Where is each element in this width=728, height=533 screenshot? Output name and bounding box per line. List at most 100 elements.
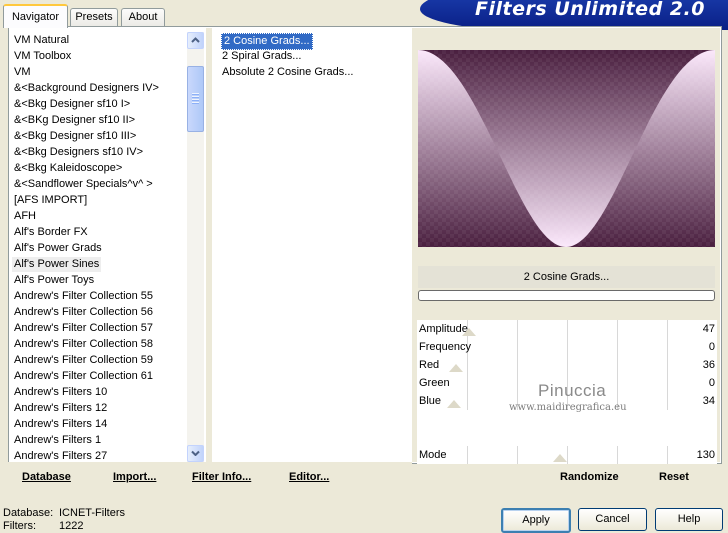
slider-knob[interactable] xyxy=(449,364,464,372)
filter-info-button[interactable]: Filter Info... xyxy=(192,471,251,483)
slider-tick xyxy=(667,392,668,410)
category-item[interactable]: &<Sandflower Specials^v^ > xyxy=(14,177,153,192)
slider-tick xyxy=(467,392,468,410)
param-value: 47 xyxy=(702,323,715,335)
filter-preview xyxy=(418,50,715,247)
category-item[interactable]: &<Bkg Designer sf10 I> xyxy=(14,97,130,112)
status-database-label: Database: xyxy=(3,507,54,519)
slider-knob[interactable] xyxy=(447,400,462,408)
scroll-down-button[interactable] xyxy=(187,445,204,462)
status-filters-label: Filters: xyxy=(3,520,36,532)
param-label: Red xyxy=(419,359,440,371)
slider-tick xyxy=(667,374,668,392)
category-item[interactable]: VM xyxy=(14,65,31,80)
category-item[interactable]: &<Bkg Designers sf10 IV> xyxy=(14,145,143,160)
slider-knob[interactable] xyxy=(552,454,567,462)
param-value: 0 xyxy=(708,377,715,389)
help-button[interactable]: Help xyxy=(655,508,723,531)
slider-tick xyxy=(617,446,618,464)
editor-button[interactable]: Editor... xyxy=(289,471,329,483)
category-item[interactable]: Andrew's Filter Collection 61 xyxy=(14,369,153,384)
scroll-thumb[interactable] xyxy=(187,66,204,132)
slider-tick xyxy=(667,338,668,356)
apply-button[interactable]: Apply xyxy=(501,508,571,533)
slider-tick xyxy=(467,446,468,464)
slider-tick xyxy=(617,320,618,338)
param-value: 34 xyxy=(702,395,715,407)
category-item[interactable]: &<Bkg Kaleidoscope> xyxy=(14,161,122,176)
category-item[interactable]: Andrew's Filter Collection 56 xyxy=(14,305,153,320)
empty-param-row xyxy=(417,428,717,446)
param-row[interactable]: Mode 130 xyxy=(417,446,717,464)
category-item[interactable]: Alf's Border FX xyxy=(14,225,88,240)
category-item[interactable]: Andrew's Filters 10 xyxy=(14,385,107,400)
slider-tick xyxy=(467,374,468,392)
status-database: Database: ICNET-Filters xyxy=(3,507,125,519)
chevron-up-icon xyxy=(191,37,200,43)
slider-knob[interactable] xyxy=(461,328,476,336)
status-database-value: ICNET-Filters xyxy=(59,507,125,519)
param-value: 130 xyxy=(696,449,715,461)
tab-navigator[interactable]: Navigator xyxy=(3,4,68,28)
status-filters: Filters: 1222 xyxy=(3,520,83,532)
category-item[interactable]: Andrew's Filter Collection 55 xyxy=(14,289,153,304)
slider-tick xyxy=(667,446,668,464)
category-item[interactable]: Andrew's Filter Collection 58 xyxy=(14,337,153,352)
category-item[interactable]: Andrew's Filter Collection 59 xyxy=(14,353,153,368)
slider-tick xyxy=(467,356,468,374)
param-label: Blue xyxy=(419,395,442,407)
category-item[interactable]: Andrew's Filters 1 xyxy=(14,433,101,448)
category-item[interactable]: &<Bkg Designer sf10 III> xyxy=(14,129,136,144)
category-item[interactable]: Andrew's Filters 14 xyxy=(14,417,107,432)
slider-tick xyxy=(567,446,568,464)
param-label: Green xyxy=(419,377,450,389)
category-list[interactable]: VM Natural VM Toolbox VM &<Background Desig… xyxy=(8,28,188,462)
slider-tick xyxy=(567,356,568,374)
watermark-site: www.maidiregrafica.eu xyxy=(509,402,627,413)
randomize-button[interactable]: Randomize xyxy=(560,471,619,483)
cancel-button[interactable]: Cancel xyxy=(578,508,647,531)
param-label: Amplitude xyxy=(419,323,468,335)
slider-tick xyxy=(567,338,568,356)
category-item[interactable]: &<BKg Designer sf10 II> xyxy=(14,113,135,128)
slider-tick xyxy=(617,356,618,374)
category-item[interactable]: [AFS IMPORT] xyxy=(14,193,87,208)
category-item[interactable]: Alf's Power Sines xyxy=(12,257,102,272)
param-value: 36 xyxy=(702,359,715,371)
progress-bar xyxy=(418,290,715,301)
preview-caption: 2 Cosine Grads... xyxy=(418,266,715,288)
pane-divider[interactable] xyxy=(206,28,212,462)
filter-item[interactable]: Absolute 2 Cosine Grads... xyxy=(222,65,353,80)
filter-list[interactable]: 2 Cosine Grads... 2 Spiral Grads... Absolu… xyxy=(214,28,410,462)
category-item[interactable]: VM Toolbox xyxy=(14,49,71,64)
filter-item[interactable]: 2 Spiral Grads... xyxy=(222,49,301,64)
category-scrollbar[interactable] xyxy=(187,32,204,462)
tab-presets[interactable]: Presets xyxy=(70,8,118,26)
category-item[interactable]: &<Background Designers IV> xyxy=(14,81,159,96)
filter-item[interactable]: 2 Cosine Grads... xyxy=(221,33,313,50)
scroll-up-button[interactable] xyxy=(187,32,204,49)
category-item[interactable]: AFH xyxy=(14,209,36,224)
slider-tick xyxy=(517,338,518,356)
slider-tick xyxy=(517,356,518,374)
category-item[interactable]: VM Natural xyxy=(14,33,69,48)
param-row[interactable]: Frequency 0 xyxy=(417,338,717,356)
reset-button[interactable]: Reset xyxy=(659,471,689,483)
param-value: 0 xyxy=(708,341,715,353)
category-item[interactable]: Andrew's Filters 12 xyxy=(14,401,107,416)
param-row[interactable]: Red 36 xyxy=(417,356,717,374)
slider-tick xyxy=(617,374,618,392)
tab-about[interactable]: About xyxy=(121,8,165,26)
slider-tick xyxy=(517,374,518,392)
slider-tick xyxy=(667,320,668,338)
slider-tick xyxy=(617,338,618,356)
category-item[interactable]: Alf's Power Grads xyxy=(14,241,102,256)
import-button[interactable]: Import... xyxy=(113,471,156,483)
category-item[interactable]: Alf's Power Toys xyxy=(14,273,94,288)
param-row[interactable]: Amplitude 47 xyxy=(417,320,717,338)
category-item[interactable]: Andrew's Filter Collection 57 xyxy=(14,321,153,336)
category-item[interactable]: Andrew's Filters 27 xyxy=(14,449,107,462)
param-label: Frequency xyxy=(419,341,471,353)
status-filters-value: 1222 xyxy=(59,520,84,532)
database-button[interactable]: Database xyxy=(22,471,71,483)
